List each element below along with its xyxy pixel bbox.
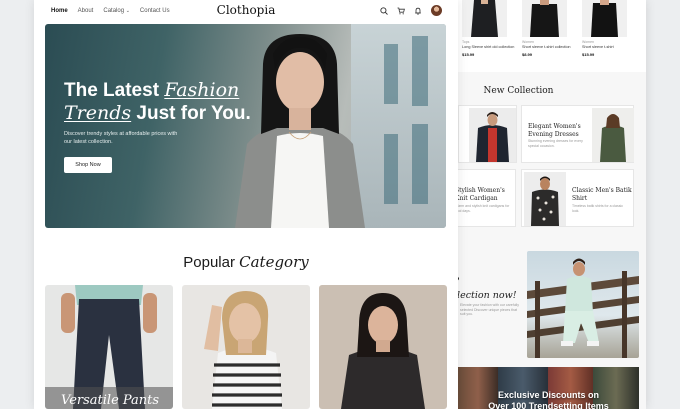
banner-line: Exclusive Discounts on [497,390,600,400]
product-card[interactable]: Tops Long Sleeve shirt old collection $1… [462,0,514,57]
hero-subtitle: Discover trendy styles at affordable pri… [64,131,178,145]
hero-title-text: The Latest [64,80,165,101]
product-image [582,0,627,37]
category-card[interactable]: Versatile Pants [45,285,173,409]
promo-heading: ? llection now! [454,275,517,303]
hero-title-text: Just for You. [131,103,251,124]
product-name[interactable]: Short sleeve t-shirt collection [522,45,571,49]
nav-link-catalog-label: Catalog [103,8,125,14]
hero-model-image [235,34,365,228]
nav-link-home[interactable]: Home [51,8,68,14]
category-image [204,291,282,409]
category-card[interactable] [319,285,447,409]
collection-image [469,108,516,162]
hero-title-emphasis: Fashion [164,79,240,101]
hero-window [384,134,398,204]
product-tag: Women [582,40,594,44]
search-icon[interactable] [380,6,388,15]
popular-category-heading: Popular Category [34,253,458,271]
category-card[interactable] [182,285,310,409]
nav-links: Home About Catalog ⌄ Contact Us [51,8,170,14]
nav-link-contact[interactable]: Contact Us [140,8,170,14]
product-image [522,0,567,37]
shop-now-button[interactable]: Shop Now [64,157,112,173]
discount-banner[interactable]: Exclusive Discounts on Over 100 Trendset… [458,367,639,409]
product-name[interactable]: Short sleeve t-shirt [582,45,627,49]
hero-banner: The Latest Fashion Trends Just for You. D… [45,24,446,228]
category-image [341,293,425,409]
product-row: Tops Long Sleeve shirt old collection $1… [446,0,646,72]
hero-title-emphasis: Trends [64,102,132,124]
collection-card[interactable]: Elegant Women's Evening Dresses Stunning… [521,105,634,163]
nav-icons [380,5,442,16]
product-tag: Tops [462,40,470,44]
avatar[interactable] [431,5,442,16]
product-card[interactable]: Women Short sleeve t-shirt collection $8… [522,0,571,57]
product-image [462,0,507,37]
hero-window [384,44,398,104]
promo-heading-line: llection now! [454,290,517,301]
hero-title: The Latest Fashion Trends Just for You. [64,79,264,125]
collection-card-desc: Timeless batik shirts for a classic look… [572,204,624,213]
screenshot-root: Tops Long Sleeve shirt old collection $1… [0,0,680,409]
promo-image [527,251,639,358]
top-navbar: Home About Catalog ⌄ Contact Us Clothopi… [34,0,458,22]
nav-link-about[interactable]: About [78,8,94,14]
brand-logo[interactable]: Clothopia [217,3,276,17]
banner-line: Over 100 Trendsetting Items [488,401,609,409]
product-price: $8.99 [522,52,533,57]
new-collection-title: New Collection [483,86,554,96]
category-label: Versatile Pants [45,387,173,409]
banner-text: Exclusive Discounts on Over 100 Trendset… [458,390,639,409]
cart-icon[interactable] [397,7,405,15]
collection-card-title: Stylish Women's Knit Cardigan [455,187,505,202]
nav-link-catalog[interactable]: Catalog ⌄ [103,8,130,14]
main-page: Home About Catalog ⌄ Contact Us Clothopi… [34,0,458,409]
popular-title-emphasis: Category [239,253,309,271]
collection-card[interactable] [458,105,517,163]
collection-image [592,108,634,162]
product-card[interactable]: Women Short sleeve t-shirt $15.99 [582,0,627,57]
popular-title-text: Popular [183,254,240,271]
secondary-page-preview: Tops Long Sleeve shirt old collection $1… [446,0,646,409]
promo-heading-line: ? [454,275,517,289]
product-name[interactable]: Long Sleeve shirt old collection [462,45,514,49]
product-tag: Women [522,40,534,44]
collection-card-title: Classic Men's Batik Shirt [572,187,632,202]
collection-card-title: Elegant Women's Evening Dresses [528,123,581,138]
hero-window [412,36,428,106]
product-price: $15.99 [462,52,475,57]
collection-card-desc: Warm and stylish knit cardigans for cool… [455,204,510,213]
hero-window [412,124,428,204]
bell-icon[interactable] [414,7,422,15]
chevron-down-icon: ⌄ [125,8,130,14]
collection-card-desc: Stunning evening dresses for every speci… [528,139,583,148]
product-price: $15.99 [582,52,595,57]
collection-card[interactable]: Classic Men's Batik Shirt Timeless batik… [521,169,634,227]
promo-description: Elevate your fashion with our carefully … [460,303,519,316]
collection-image [524,172,566,226]
